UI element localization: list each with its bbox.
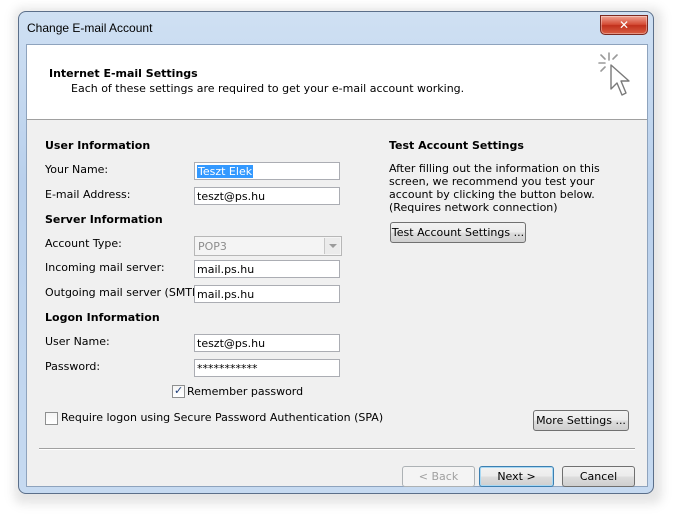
remember-password-checkbox[interactable] <box>172 384 185 398</box>
outgoing-server-input[interactable]: mail.ps.hu <box>194 285 340 303</box>
header-subtitle: Each of these settings are required to g… <box>71 82 465 95</box>
chevron-down-icon <box>324 238 340 254</box>
email-address-label: E-mail Address: <box>45 188 131 201</box>
password-input[interactable]: *********** <box>194 359 340 377</box>
logon-info-heading: Logon Information <box>45 311 160 324</box>
your-name-label: Your Name: <box>45 163 109 176</box>
window-title: Change E-mail Account <box>27 21 153 35</box>
account-type-select: POP3 <box>194 236 342 256</box>
incoming-server-input[interactable]: mail.ps.hu <box>194 260 340 278</box>
test-settings-heading: Test Account Settings <box>389 139 524 152</box>
server-info-heading: Server Information <box>45 213 163 226</box>
close-button[interactable]: ✕ <box>600 15 648 35</box>
spa-checkbox[interactable] <box>45 412 58 425</box>
account-type-value: POP3 <box>198 240 227 253</box>
footer-separator <box>39 448 635 450</box>
header-title: Internet E-mail Settings <box>49 67 198 80</box>
your-name-value: Teszt Elek <box>197 165 254 178</box>
email-address-input[interactable]: teszt@ps.hu <box>194 187 340 205</box>
user-name-label: User Name: <box>45 335 110 348</box>
cancel-button[interactable]: Cancel <box>562 466 635 487</box>
account-type-label: Account Type: <box>45 237 122 250</box>
outgoing-server-label: Outgoing mail server (SMTP): <box>45 286 207 299</box>
header-banner: Internet E-mail Settings Each of these s… <box>27 45 647 120</box>
title-bar[interactable]: Change E-mail Account ✕ <box>19 12 653 44</box>
your-name-input[interactable]: Teszt Elek <box>194 162 340 180</box>
user-info-heading: User Information <box>45 139 151 152</box>
incoming-server-label: Incoming mail server: <box>45 261 165 274</box>
close-icon: ✕ <box>618 18 630 32</box>
password-label: Password: <box>45 360 101 373</box>
next-button[interactable]: Next > <box>479 466 554 487</box>
more-settings-button[interactable]: More Settings ... <box>533 410 629 431</box>
spa-label[interactable]: Require logon using Secure Password Auth… <box>61 411 383 424</box>
dialog-window: Change E-mail Account ✕ Internet E-mail … <box>18 11 654 494</box>
test-account-settings-button[interactable]: Test Account Settings ... <box>390 222 526 243</box>
dialog-client: Internet E-mail Settings Each of these s… <box>26 44 648 487</box>
user-name-input[interactable]: teszt@ps.hu <box>194 334 340 352</box>
test-settings-description: After filling out the information on thi… <box>389 162 600 214</box>
remember-password-label[interactable]: Remember password <box>187 385 303 398</box>
cursor-sparkle-icon <box>598 52 630 96</box>
back-button[interactable]: < Back <box>402 466 475 487</box>
